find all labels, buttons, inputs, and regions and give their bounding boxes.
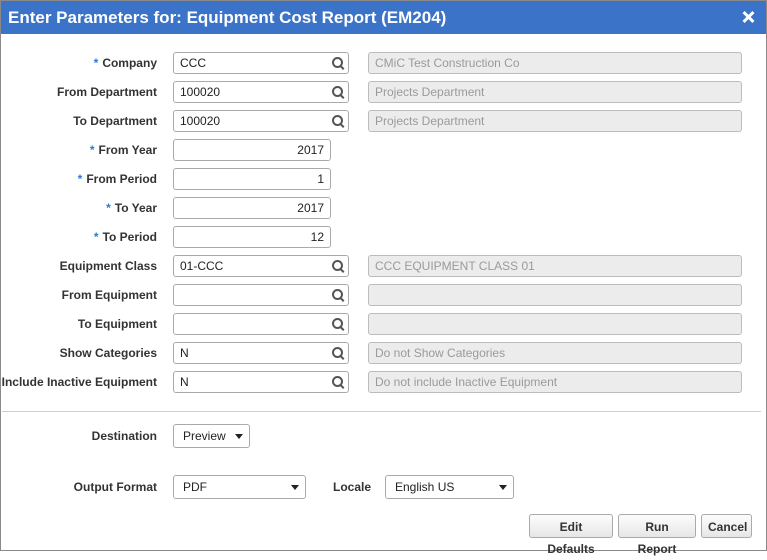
from-year-label: * From Year	[89, 143, 157, 157]
show-categories-label: Show Categories	[59, 346, 157, 360]
include-inactive-input[interactable]: N	[173, 371, 349, 393]
locale-select[interactable]: English US	[385, 475, 514, 499]
search-icon[interactable]	[332, 318, 344, 330]
dialog-title: Enter Parameters for: Equipment Cost Rep…	[8, 8, 447, 27]
show-categories-description: Do not Show Categories	[368, 342, 742, 364]
required-marker: *	[77, 172, 83, 186]
to-equipment-label: To Equipment	[77, 317, 157, 331]
equipment-class-label: Equipment Class	[59, 259, 157, 273]
show-categories-input[interactable]: N	[173, 342, 349, 364]
required-marker: *	[93, 230, 99, 244]
chevron-down-icon	[291, 485, 299, 490]
equipment-class-description: CCC EQUIPMENT CLASS 01	[368, 255, 742, 277]
to-period-label: * To Period	[93, 230, 157, 244]
section-divider	[2, 411, 761, 412]
to-period-input[interactable]: 12	[173, 226, 331, 248]
company-label: * Company	[93, 56, 157, 70]
from-equipment-input[interactable]	[173, 284, 349, 306]
from-period-label: * From Period	[77, 172, 157, 186]
chevron-down-icon	[235, 434, 243, 439]
to-department-label: To Department	[73, 114, 157, 128]
search-icon[interactable]	[332, 347, 344, 359]
run-report-button[interactable]: Run Report	[618, 514, 696, 556]
report-parameters-dialog: Enter Parameters for: Equipment Cost Rep…	[0, 0, 767, 556]
to-equipment-description	[368, 313, 742, 335]
output-format-select[interactable]: PDF	[173, 475, 306, 499]
search-icon[interactable]	[332, 115, 344, 127]
search-icon[interactable]	[332, 376, 344, 388]
destination-select[interactable]: Preview	[173, 424, 250, 448]
locale-label: Locale	[333, 480, 372, 494]
required-marker: *	[89, 143, 95, 157]
destination-label: Destination	[91, 429, 157, 443]
company-description: CMiC Test Construction Co	[368, 52, 742, 74]
from-department-input[interactable]: 100020	[173, 81, 349, 103]
search-icon[interactable]	[332, 289, 344, 301]
search-icon[interactable]	[332, 57, 344, 69]
required-marker: *	[106, 201, 111, 215]
to-year-label: * To Year	[106, 201, 157, 215]
required-marker: *	[93, 56, 99, 70]
from-period-input[interactable]: 1	[173, 168, 331, 190]
to-department-input[interactable]: 100020	[173, 110, 349, 132]
company-input[interactable]: CCC	[173, 52, 349, 74]
edit-defaults-button[interactable]: Edit Defaults	[529, 514, 613, 556]
close-icon[interactable]	[739, 8, 757, 26]
include-inactive-label: Include Inactive Equipment	[1, 375, 157, 389]
from-department-label: From Department	[56, 85, 157, 99]
cancel-button[interactable]: Cancel	[701, 514, 752, 538]
output-format-label: Output Format	[73, 480, 157, 494]
from-equipment-label: From Equipment	[61, 288, 157, 302]
search-icon[interactable]	[332, 86, 344, 98]
to-equipment-input[interactable]	[173, 313, 349, 335]
to-department-description: Projects Department	[368, 110, 742, 132]
search-icon[interactable]	[332, 260, 344, 272]
dialog-titlebar: Enter Parameters for: Equipment Cost Rep…	[1, 1, 766, 34]
equipment-class-input[interactable]: 01-CCC	[173, 255, 349, 277]
from-department-description: Projects Department	[368, 81, 742, 103]
from-year-input[interactable]: 2017	[173, 139, 331, 161]
include-inactive-description: Do not include Inactive Equipment	[368, 371, 742, 393]
to-year-input[interactable]: 2017	[173, 197, 331, 219]
chevron-down-icon	[499, 485, 507, 490]
from-equipment-description	[368, 284, 742, 306]
